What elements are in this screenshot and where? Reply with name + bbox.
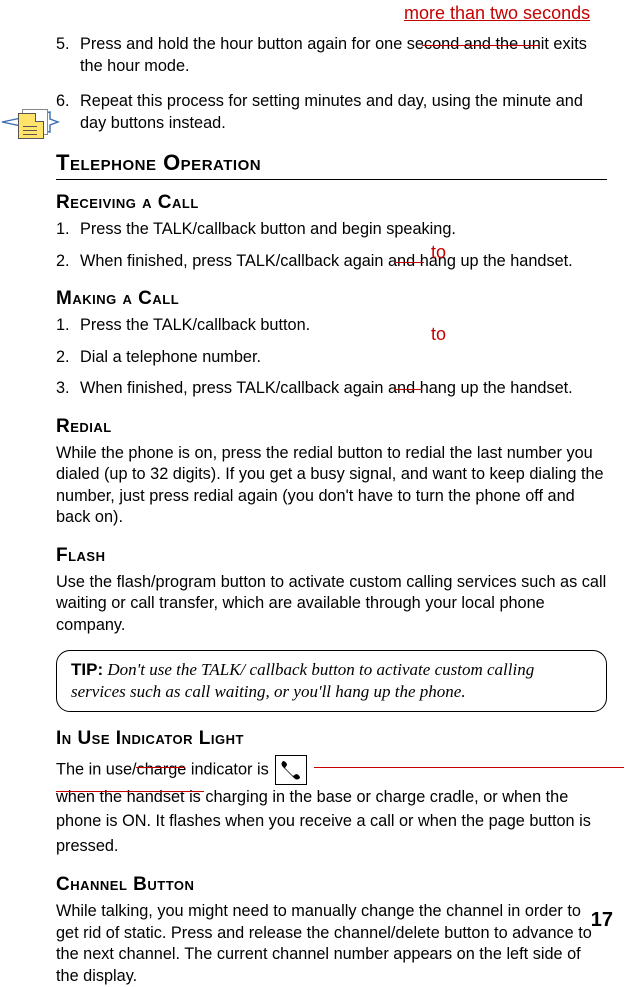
step-5-text-a: Press and hold the hour button again for [80, 35, 375, 53]
make-step-1: 1. Press the TALK/callback button. [56, 315, 607, 337]
make-step-2-text: Dial a telephone number. [80, 347, 607, 369]
make-step-3-b: hang up the handset. [415, 379, 573, 397]
strike-and-1 [396, 262, 424, 263]
flash-paragraph: Use the flash/program button to activate… [56, 572, 607, 637]
recv-step-2-a: When finished, press TALK/callback again [80, 252, 388, 270]
step-5-number: 5. [56, 34, 80, 77]
sticky-note-icon [18, 107, 46, 139]
recv-step-2-num: 2. [56, 251, 80, 273]
make-step-3: 3. When finished, press TALK/callback ag… [56, 378, 607, 400]
recv-step-2-text: When finished, press TALK/callback again… [80, 251, 607, 273]
step-6-text: Repeat this process for setting minutes … [80, 91, 607, 134]
annotation-to-1: to [431, 241, 446, 265]
in-use-paragraph: The in use/charge indicator is when the … [56, 755, 607, 858]
make-step-1-num: 1. [56, 315, 80, 337]
annotation-to-2: to [431, 323, 446, 347]
recv-step-2: 2. When finished, press TALK/callback ag… [56, 251, 607, 273]
inuse-b: indicator is [186, 760, 273, 778]
redial-paragraph: While the phone is on, press the redial … [56, 443, 607, 529]
make-step-3-num: 3. [56, 378, 80, 400]
channel-paragraph: While talking, you might need to manuall… [56, 901, 607, 987]
make-step-2: 2. Dial a telephone number. [56, 347, 607, 369]
heading-making-a-call: Making a Call [56, 286, 607, 311]
inuse-a: The in use [56, 760, 132, 778]
page-number: 17 [591, 907, 613, 933]
make-step-3-a: When finished, press TALK/callback again [80, 379, 388, 397]
recv-step-2-strike: and [388, 252, 415, 270]
recv-step-1: 1. Press the TALK/callback button and be… [56, 219, 607, 241]
recv-step-1-text: Press the TALK/callback button and begin… [80, 219, 607, 241]
in-use-icon [275, 755, 307, 785]
tip-text: Don't use the TALK/ callback button to a… [71, 660, 534, 701]
strike-or-charge-cradle [56, 791, 204, 792]
recv-step-1-num: 1. [56, 219, 80, 241]
heading-channel-button: Channel Button [56, 872, 607, 897]
heading-redial: Redial [56, 414, 607, 439]
tip-label: TIP: [71, 660, 103, 679]
strike-when-handset [314, 767, 624, 768]
step-5-text: Press and hold the hour button again for… [80, 34, 607, 77]
heading-flash: Flash [56, 543, 607, 568]
step-6: 6. Repeat this process for setting minut… [56, 91, 607, 134]
make-step-3-text: When finished, press TALK/callback again… [80, 378, 607, 400]
make-step-1-text: Press the TALK/callback button. [80, 315, 607, 337]
annotation-more-than-two-seconds: more than two seconds [404, 2, 590, 26]
strike-one-second-and [422, 45, 540, 46]
heading-telephone-operation: Telephone Operation [56, 148, 607, 180]
strike-and-2 [394, 389, 422, 390]
inuse-charge-strike: charge [137, 760, 187, 778]
step-5: 5. Press and hold the hour button again … [56, 34, 607, 77]
heading-in-use-indicator: In Use Indicator Light [56, 726, 607, 751]
tip-box: TIP: Don't use the TALK/ callback button… [56, 650, 607, 712]
make-step-3-strike: and [388, 379, 415, 397]
make-step-2-num: 2. [56, 347, 80, 369]
step-5-strike: one second and [375, 35, 491, 53]
strike-charge [136, 767, 185, 768]
heading-receiving-a-call: Receiving a Call [56, 190, 607, 215]
